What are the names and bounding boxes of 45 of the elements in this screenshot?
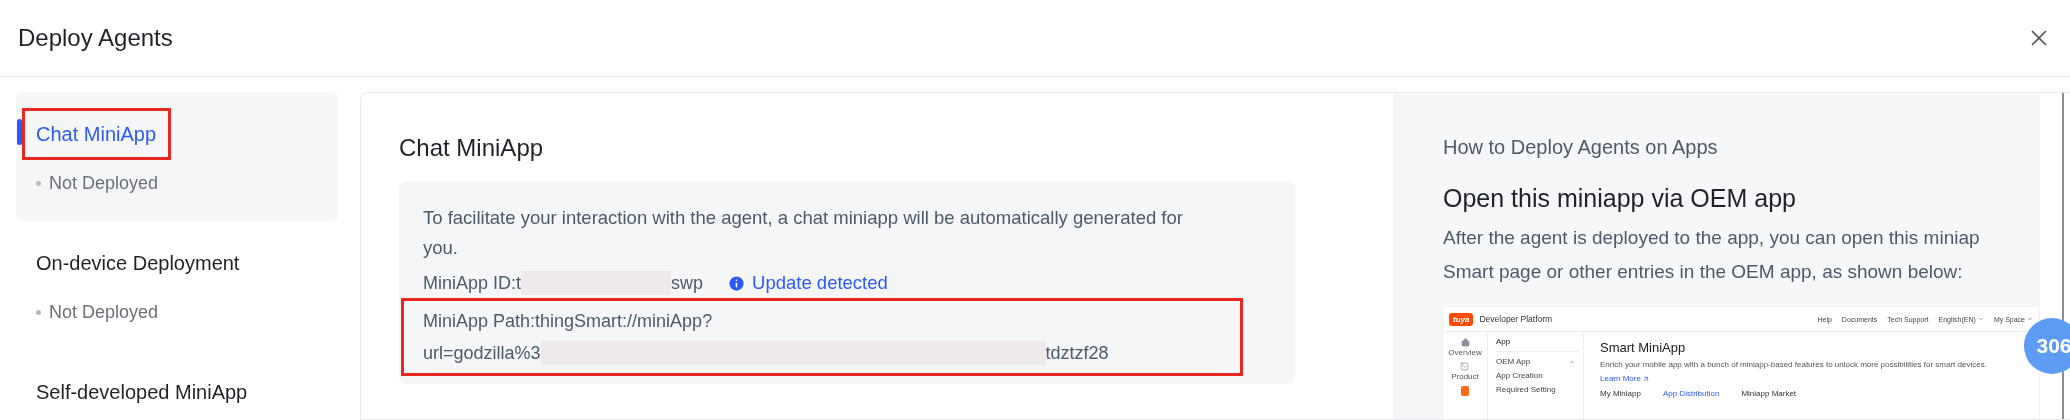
- info-icon: [727, 273, 747, 293]
- learn-more-link[interactable]: Learn More: [1600, 374, 2039, 384]
- platform-name: Developer Platform: [1479, 314, 1553, 324]
- section-title: Chat MiniApp: [399, 133, 545, 163]
- highlight-frame: Chat MiniApp: [22, 108, 172, 160]
- tab[interactable]: My Miniapp: [1600, 389, 1641, 398]
- terminal-icon: [1460, 362, 1470, 371]
- paragraph-line: Smart page or other entries in the OEM app, as shown below:: [1443, 260, 1964, 284]
- menu-item[interactable]: App Creation: [1496, 371, 1583, 380]
- caret-icon: [1977, 316, 1984, 322]
- tab[interactable]: App Distribution: [1662, 389, 1720, 398]
- sidebar-item[interactable]: On-device Deployment Not Deployed: [16, 221, 338, 350]
- miniapp-id-end: swp: [671, 272, 704, 295]
- item-label: Self-developed MiniApp: [35, 380, 249, 405]
- menu-title: App: [1496, 337, 1579, 352]
- menu-item[interactable]: OEM App: [1496, 357, 1583, 366]
- update-link[interactable]: Update detected: [727, 268, 888, 298]
- description-text: To facilitate your interaction with the agent, a chat miniapp will be automatically generated for you.: [422, 206, 1184, 260]
- sidebar-item[interactable]: Self-developed MiniApp: [16, 350, 338, 420]
- home-icon: [1460, 338, 1470, 347]
- miniapp-path-url: url=godzilla%3: [423, 342, 541, 365]
- miniapp-path-text: MiniApp Path:thingSmart://miniApp?: [423, 310, 713, 333]
- dialog-title: Deploy Agents: [18, 24, 173, 52]
- item-label: On-device Deployment: [35, 251, 241, 276]
- status-dot: [36, 180, 41, 186]
- guide-title: Open this miniapp via OEM app: [1443, 183, 1797, 214]
- page-title: Smart MiniApp: [1600, 340, 1687, 355]
- status-text: Not Deployed: [49, 301, 159, 324]
- menu-item[interactable]: Required Setting: [1496, 385, 1583, 394]
- page-description: Enrich your mobile app with a bunch of miniapp-based features to unlock more possibilities for smart devices.: [1600, 360, 1988, 370]
- miniapp-path-end: tdztzf28: [1045, 342, 1109, 365]
- rail-item[interactable]: Product: [1451, 362, 1479, 381]
- external-link-icon: [1641, 375, 1650, 383]
- selection-indicator: [17, 119, 22, 145]
- tab[interactable]: Miniapp Market: [1741, 389, 1797, 398]
- status-dot: [36, 309, 41, 315]
- guide-heading: How to Deploy Agents on Apps: [1443, 135, 1719, 160]
- brand-logo: tuya: [1449, 312, 1474, 326]
- paragraph-line: After the agent is deployed to the app, you can open this miniap: [1443, 226, 1981, 250]
- miniapp-id-label: MiniApp ID:t: [423, 272, 522, 295]
- rail-item[interactable]: Overview: [1448, 338, 1482, 357]
- app-icon: [1461, 386, 1469, 396]
- status-text: Not Deployed: [49, 172, 159, 195]
- caret-icon: [2027, 316, 2033, 322]
- sidebar-item[interactable]: Chat MiniApp Not Deployed: [16, 92, 338, 221]
